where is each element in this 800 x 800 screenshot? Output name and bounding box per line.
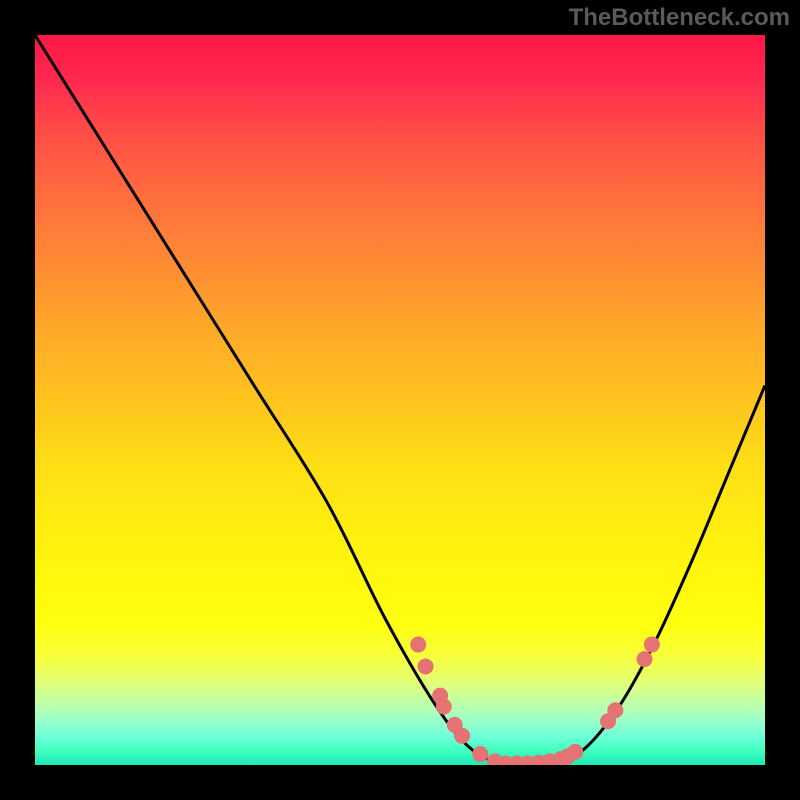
data-marker (567, 744, 583, 760)
chart-svg (35, 35, 765, 765)
data-marker (644, 637, 660, 653)
data-marker (418, 658, 434, 674)
attribution-text: TheBottleneck.com (569, 4, 790, 32)
data-marker (607, 702, 623, 718)
data-marker (454, 728, 470, 744)
data-marker (436, 699, 452, 715)
bottleneck-curve (35, 35, 765, 765)
data-marker (637, 651, 653, 667)
data-marker (410, 637, 426, 653)
chart-plot-area (35, 35, 765, 765)
data-marker (472, 746, 488, 762)
